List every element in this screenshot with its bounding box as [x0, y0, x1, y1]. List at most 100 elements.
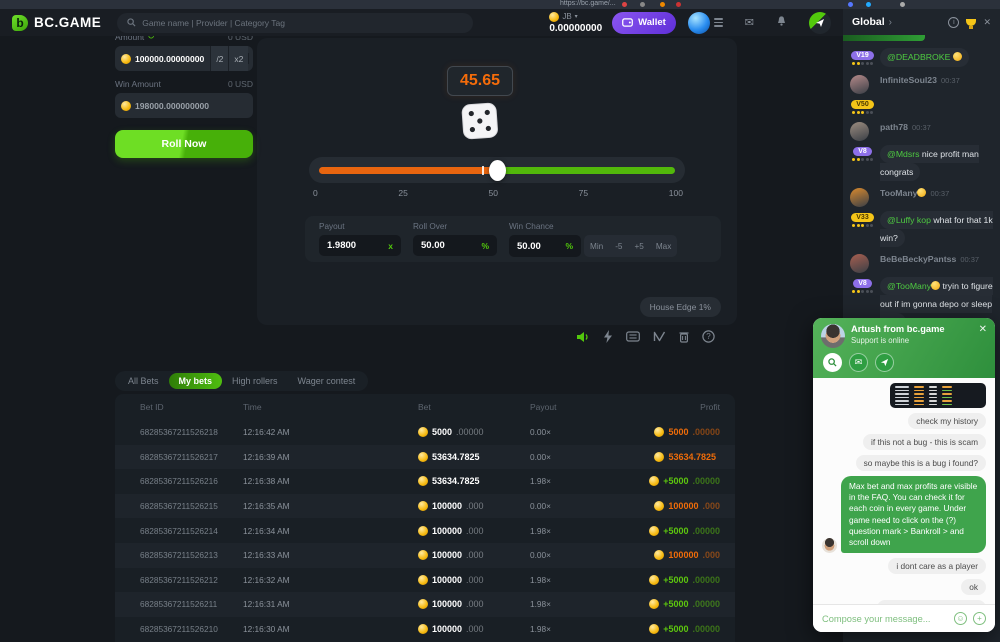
roll-slider[interactable]	[309, 157, 685, 183]
browser-icon[interactable]	[900, 2, 905, 7]
browser-icon[interactable]	[866, 2, 871, 7]
avatar[interactable]	[850, 188, 869, 207]
chat-username[interactable]: InfiniteSoul2300:37	[880, 75, 993, 94]
chat-bubble: @DEADBROKE	[880, 48, 969, 67]
support-compose-bar[interactable]: Compose your message... ☺ +	[813, 604, 995, 632]
bet-time: 12:16:34 AM	[243, 526, 418, 536]
level-badge: V33	[851, 213, 873, 222]
avatar[interactable]	[850, 122, 869, 141]
extension-icon[interactable]	[676, 2, 681, 7]
bet-payout-multiplier: 0.00×	[530, 452, 640, 462]
half-bet-button[interactable]: /2	[210, 46, 228, 71]
support-search-button[interactable]	[823, 353, 842, 372]
table-row[interactable]: 6828536721152621712:16:39 AM53634.78250.…	[115, 445, 735, 470]
bc-game-logo[interactable]: b BC.GAME	[12, 15, 101, 31]
browser-icon[interactable]	[848, 2, 853, 7]
chance-quick-button[interactable]: -5	[609, 242, 628, 251]
chat-username[interactable]: TooMany00:37	[880, 188, 993, 207]
attach-plus-icon[interactable]: +	[973, 612, 986, 625]
hand-emoji	[931, 281, 940, 290]
payout-input[interactable]: 1.9800 x	[319, 235, 401, 256]
wallet-button[interactable]: Wallet	[612, 12, 676, 34]
table-row[interactable]: 6828536721152621012:16:30 AM100000.0001.…	[115, 617, 735, 642]
chat-rules-icon[interactable]: i	[948, 17, 959, 28]
mention[interactable]: @Mdsrs	[887, 149, 919, 159]
tab-wager-contest[interactable]: Wager contest	[288, 373, 366, 389]
chat-username[interactable]: BeBeBeckyPantss00:37	[880, 254, 993, 273]
avatar[interactable]	[850, 75, 869, 94]
trends-icon[interactable]	[653, 331, 666, 342]
user-message-bubble: so maybe this is a bug i found?	[856, 455, 986, 471]
roll-now-button[interactable]: Roll Now	[115, 130, 253, 158]
trophy-icon[interactable]	[966, 19, 976, 26]
bet-amount-input[interactable]: 100000.00000000 /2 x2 ▲▼	[115, 46, 253, 71]
hotkeys-icon[interactable]	[626, 331, 640, 342]
mention[interactable]: @TooMany	[887, 281, 931, 291]
chevron-down-icon: ▾	[575, 14, 578, 20]
amount-stepper[interactable]: ▲▼	[248, 53, 253, 64]
sent-screenshot-thumbnail[interactable]	[890, 383, 986, 408]
balance-display[interactable]: JB ▾ 0.00000000	[549, 12, 602, 34]
bet-profit: +5000.00000	[649, 526, 720, 536]
search-input[interactable]: Game name | Provider | Category Tag	[117, 13, 473, 33]
send-icon	[815, 18, 825, 28]
agent-message: Max bet and max profits are visible in t…	[822, 476, 986, 553]
coin-icon	[418, 599, 428, 609]
extension-icon[interactable]	[622, 2, 627, 7]
emoji-picker-icon[interactable]: ☺	[954, 612, 967, 625]
support-send-button[interactable]	[875, 353, 894, 372]
sound-icon[interactable]	[576, 331, 590, 343]
bet-id: 68285367211526214	[140, 526, 243, 536]
chat-message: TooMany00:37V33@Luffy kop what for that …	[850, 188, 993, 246]
messages-icon[interactable]: ✉	[745, 16, 754, 29]
win-amount-usd-value: 0 USD	[228, 79, 253, 89]
bets-table: Bet ID Time Bet Payout Profit 6828536721…	[115, 394, 735, 642]
slider-track[interactable]	[319, 167, 675, 174]
currency-code: JB	[562, 13, 571, 21]
table-row[interactable]: 6828536721152621412:16:34 AM100000.0001.…	[115, 518, 735, 543]
bet-amount: 100000.000	[418, 624, 530, 634]
clear-icon[interactable]	[679, 331, 689, 343]
table-row[interactable]: 6828536721152621112:16:31 AM100000.0001.…	[115, 592, 735, 617]
mention[interactable]: @DEADBROKE	[887, 52, 950, 62]
mention[interactable]: @Luffy kop	[887, 215, 931, 225]
roll-over-input[interactable]: 50.00 %	[413, 235, 497, 256]
chance-quick-button[interactable]: +5	[628, 242, 649, 251]
double-bet-button[interactable]: x2	[228, 46, 248, 71]
notifications-bell-icon[interactable]	[776, 14, 787, 32]
slider-handle[interactable]	[489, 160, 506, 181]
menu-icon[interactable]	[714, 18, 723, 27]
extension-icon[interactable]	[660, 2, 665, 7]
table-row[interactable]: 6828536721152621212:16:32 AM100000.0001.…	[115, 568, 735, 593]
chat-message: V19@DEADBROKE	[850, 48, 993, 67]
win-amount-input[interactable]: 198000.000000000	[115, 93, 253, 118]
table-row[interactable]: 6828536721152621612:16:38 AM53634.78251.…	[115, 469, 735, 494]
coin-icon	[654, 501, 664, 511]
table-row[interactable]: 6828536721152621812:16:42 AM5000.000000.…	[115, 420, 735, 445]
win-chance-quick-buttons: Min-5+5Max	[584, 235, 677, 257]
avatar[interactable]	[850, 254, 869, 273]
table-row[interactable]: 6828536721152621512:16:35 AM100000.0000.…	[115, 494, 735, 519]
turbo-icon[interactable]	[603, 330, 613, 343]
tab-all-bets[interactable]: All Bets	[118, 373, 169, 389]
tab-my-bets[interactable]: My bets	[169, 373, 223, 389]
chance-quick-button[interactable]: Max	[650, 242, 677, 251]
win-chance-input[interactable]: 50.00 %	[509, 235, 581, 257]
chance-quick-button[interactable]: Min	[584, 242, 609, 251]
win-amount-value: 198000.000000000	[135, 101, 209, 111]
table-row[interactable]: 6828536721152621312:16:33 AM100000.0000.…	[115, 543, 735, 568]
chat-toggle-button[interactable]	[809, 12, 831, 34]
help-icon[interactable]: ?	[702, 330, 715, 343]
game-parameters: Payout 1.9800 x Roll Over 50.00 % Win Ch…	[305, 216, 721, 262]
bet-time: 12:16:32 AM	[243, 575, 418, 585]
chat-close-icon[interactable]: ✕	[983, 17, 991, 28]
support-email-button[interactable]: ✉	[849, 353, 868, 372]
extension-icon[interactable]	[640, 2, 645, 7]
tab-high-rollers[interactable]: High rollers	[222, 373, 288, 389]
avatar[interactable]	[688, 12, 710, 34]
bet-payout-multiplier: 1.98×	[530, 476, 640, 486]
bet-amount: 100000.000	[418, 550, 530, 560]
chat-room-selector[interactable]: Global	[852, 16, 885, 28]
chat-username[interactable]: path7800:37	[880, 122, 993, 141]
support-close-icon[interactable]: ✕	[979, 324, 987, 335]
